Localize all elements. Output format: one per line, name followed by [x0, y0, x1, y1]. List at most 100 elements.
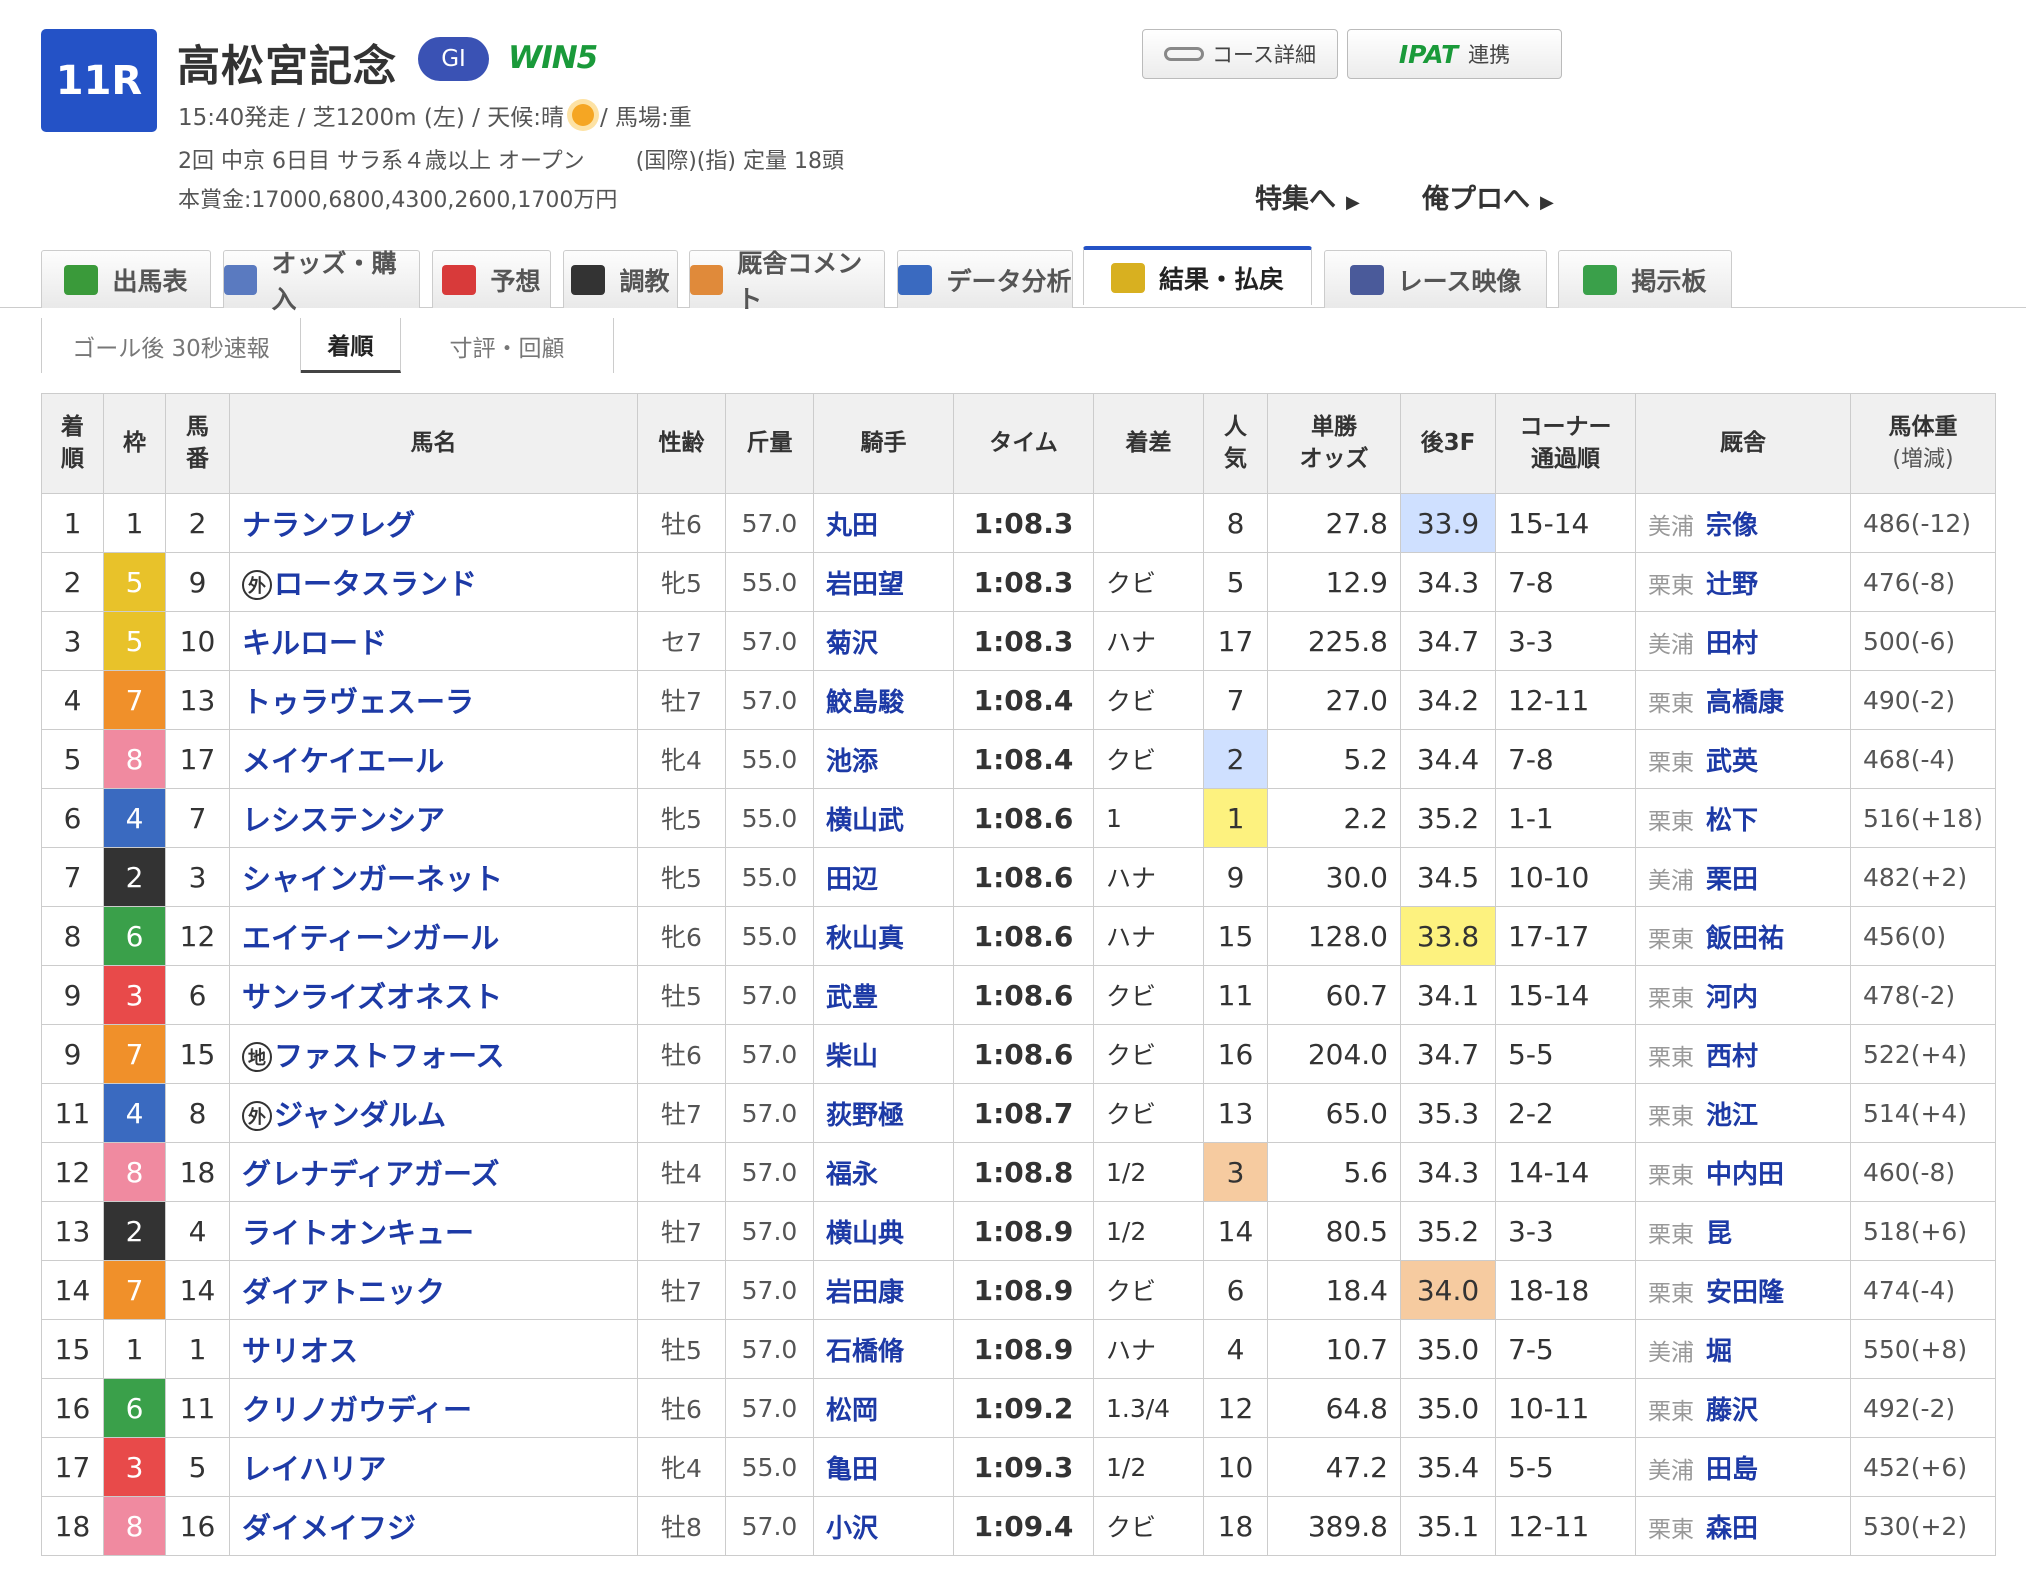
- trainer-area: 栗東: [1648, 1516, 1694, 1543]
- popularity-cell: 6: [1203, 1260, 1268, 1320]
- table-row: 9 7 15 地ファストフォース 牡6 57.0 柴山 1:08.6 クビ 16 204.0 34.7…: [41, 1024, 1996, 1084]
- video-icon: [1349, 264, 1384, 295]
- horse-name-link[interactable]: サリオス: [242, 1334, 358, 1368]
- trainer-link[interactable]: 中内田: [1706, 1160, 1784, 1190]
- tab-chat[interactable]: 掲示板: [1558, 250, 1732, 308]
- trainer-link[interactable]: 昆: [1706, 1219, 1732, 1249]
- trainer-link[interactable]: 栗田: [1706, 865, 1758, 895]
- weight-cell: 55.0: [725, 906, 814, 966]
- triangle-right-icon: ▶: [1346, 192, 1360, 213]
- jockey-link[interactable]: 池添: [826, 747, 878, 777]
- horse-name-link[interactable]: クリノガウディー: [242, 1393, 472, 1427]
- trainer-link[interactable]: 藤沢: [1706, 1396, 1758, 1426]
- horse-name-link[interactable]: ファストフォース: [274, 1039, 505, 1073]
- orepro-link[interactable]: 俺プロへ ▶: [1422, 177, 1554, 216]
- horse-origin-mark: 地: [242, 1042, 272, 1072]
- jockey-link[interactable]: 荻野極: [826, 1101, 904, 1131]
- horse-name-link[interactable]: レイハリア: [242, 1452, 386, 1486]
- trainer-link[interactable]: 田島: [1706, 1455, 1758, 1485]
- jockey-link[interactable]: 秋山真: [826, 924, 904, 954]
- trainer-link[interactable]: 安田隆: [1706, 1278, 1784, 1308]
- horse-name-link[interactable]: キルロード: [242, 626, 387, 660]
- waku-cell: 8: [103, 1496, 166, 1556]
- trainer-link[interactable]: 宗像: [1706, 511, 1758, 541]
- trainer-link[interactable]: 高橋康: [1706, 688, 1784, 718]
- horse-name-link[interactable]: ダイメイフジ: [242, 1511, 416, 1545]
- jockey-link[interactable]: 武豊: [826, 983, 878, 1013]
- rank-cell: 7: [41, 847, 104, 907]
- tab-target[interactable]: 予想: [432, 250, 551, 308]
- jockey-link[interactable]: 丸田: [826, 511, 878, 541]
- jockey-link[interactable]: 岩田望: [826, 570, 904, 600]
- time-cell: 1:08.3: [953, 611, 1094, 671]
- jockey-link[interactable]: 田辺: [826, 865, 878, 895]
- horse-number-cell: 14: [165, 1260, 230, 1320]
- body-weight-cell: 460(-8): [1850, 1142, 1996, 1202]
- tab-odds[interactable]: オッズ・購入: [223, 249, 420, 314]
- horse-name-link[interactable]: ライトオンキュー: [242, 1216, 474, 1250]
- horse-name-link[interactable]: ナランフレグ: [242, 508, 415, 542]
- jockey-link[interactable]: 柴山: [826, 1042, 878, 1072]
- jockey-link[interactable]: 亀田: [826, 1455, 878, 1485]
- jockey-link[interactable]: 福永: [826, 1160, 878, 1190]
- trainer-cell: 美浦 田村: [1635, 611, 1851, 671]
- race-info-line: 15:40発走 / 芝1200m (左) / 天候:晴 / 馬場:重: [178, 98, 692, 132]
- weight-cell: 57.0: [725, 1083, 814, 1143]
- subtab-2[interactable]: 寸評・回顧: [401, 318, 614, 373]
- trainer-link[interactable]: 河内: [1706, 983, 1758, 1013]
- jockey-link[interactable]: 横山典: [826, 1219, 904, 1249]
- horse-name-link[interactable]: シャインガーネット: [242, 862, 503, 896]
- trainer-link[interactable]: 飯田祐: [1706, 924, 1784, 954]
- subtab-0[interactable]: ゴール後 30秒速報: [41, 318, 301, 373]
- horse-name-link[interactable]: レシステンシア: [242, 803, 445, 837]
- subtab-1[interactable]: 着順: [301, 318, 401, 373]
- trainer-link[interactable]: 池江: [1706, 1101, 1758, 1131]
- odds-cell: 80.5: [1267, 1201, 1401, 1261]
- ipat-link-button[interactable]: IPAT 連携: [1347, 29, 1562, 79]
- horse-name-link[interactable]: サンライズオネスト: [242, 980, 502, 1014]
- odds-cell: 2.2: [1267, 788, 1401, 848]
- trainer-link[interactable]: 堀: [1706, 1337, 1732, 1367]
- tab-stable[interactable]: 厩舎コメント: [689, 249, 885, 314]
- jockey-link[interactable]: 岩田康: [826, 1278, 904, 1308]
- tab-entry-table[interactable]: 出馬表: [41, 250, 211, 308]
- jockey-link[interactable]: 横山武: [826, 806, 904, 836]
- trainer-cell: 美浦 栗田: [1635, 847, 1851, 907]
- horse-name-link[interactable]: ロータスランド: [274, 567, 477, 601]
- jockey-link[interactable]: 松岡: [826, 1396, 878, 1426]
- tab-coins[interactable]: 結果・払戻: [1083, 246, 1312, 305]
- horse-name-link[interactable]: メイケイエール: [242, 744, 444, 778]
- horse-name-link[interactable]: グレナディアガーズ: [242, 1157, 500, 1191]
- jockey-link[interactable]: 石橋脩: [826, 1337, 904, 1367]
- trainer-area: 栗東: [1648, 1103, 1694, 1130]
- tab-bar-chart[interactable]: データ分析: [897, 250, 1073, 308]
- tab-stopwatch[interactable]: 調教: [563, 250, 678, 308]
- time-cell: 1:08.4: [953, 729, 1094, 789]
- trainer-link[interactable]: 辻野: [1706, 570, 1758, 600]
- trainer-link[interactable]: 森田: [1706, 1514, 1758, 1544]
- sun-icon: [571, 104, 594, 126]
- trainer-area: 栗東: [1648, 572, 1694, 599]
- horse-number-cell: 16: [165, 1496, 230, 1556]
- jockey-cell: 丸田: [813, 493, 954, 553]
- horse-name-link[interactable]: トゥラヴェスーラ: [242, 685, 474, 719]
- tab-video[interactable]: レース映像: [1324, 250, 1547, 308]
- time-cell: 1:08.7: [953, 1083, 1094, 1143]
- popularity-cell: 17: [1203, 611, 1268, 671]
- horse-name-link[interactable]: ジャンダルム: [274, 1098, 446, 1132]
- jockey-link[interactable]: 鮫島駿: [826, 688, 904, 718]
- horse-name-link[interactable]: エイティーンガール: [242, 921, 499, 955]
- course-detail-button[interactable]: コース詳細: [1142, 29, 1338, 79]
- jockey-link[interactable]: 小沢: [826, 1514, 878, 1544]
- trainer-link[interactable]: 田村: [1706, 629, 1758, 659]
- feature-link[interactable]: 特集へ ▶: [1255, 177, 1360, 216]
- horse-name-link[interactable]: ダイアトニック: [242, 1275, 445, 1309]
- horse-number-cell: 13: [165, 670, 230, 730]
- win5-logo[interactable]: WIN5: [508, 40, 598, 76]
- jockey-cell: 亀田: [813, 1437, 954, 1497]
- jockey-link[interactable]: 菊沢: [826, 629, 878, 659]
- table-row: 18 8 16 ダイメイフジ 牡8 57.0 小沢 1:09.4 クビ 18 389.8 35.1 12…: [41, 1496, 1996, 1556]
- trainer-link[interactable]: 西村: [1706, 1042, 1758, 1072]
- trainer-link[interactable]: 武英: [1706, 747, 1758, 777]
- trainer-link[interactable]: 松下: [1706, 806, 1758, 836]
